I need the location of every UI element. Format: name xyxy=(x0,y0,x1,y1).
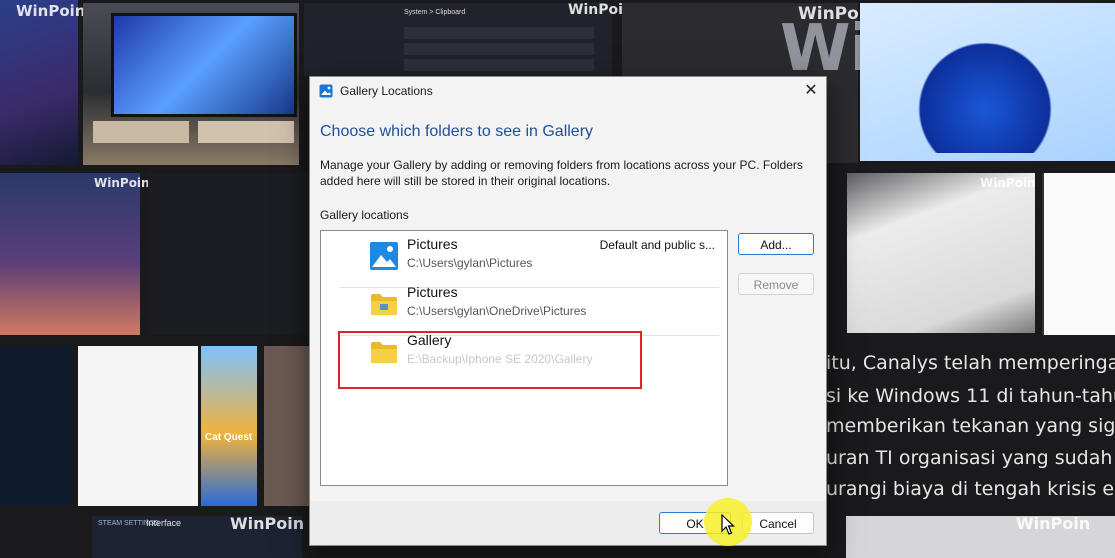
bg-thumb-specs[interactable] xyxy=(148,173,308,335)
list-item[interactable]: Pictures C:\Users\gylan\Pictures Default… xyxy=(339,233,719,281)
close-icon: ✕ xyxy=(804,82,818,99)
game-title: Cat Quest xyxy=(205,432,253,443)
dialog-title: Gallery Locations xyxy=(340,84,433,98)
bg-thumb-win11-bloom[interactable] xyxy=(860,3,1115,161)
article-line: si ke Windows 11 di tahun-tahun xyxy=(826,385,1115,407)
gallery-locations-dialog: Gallery Locations ✕ Choose which folders… xyxy=(309,76,827,546)
watermark: WinPoin xyxy=(230,514,305,533)
bg-thumb-monitor-photo[interactable] xyxy=(83,3,299,165)
add-button[interactable]: Add... xyxy=(738,233,814,255)
bg-thumb-webpage[interactable] xyxy=(78,346,198,506)
bg-thumb-photo[interactable] xyxy=(264,346,310,506)
bg-thumb-paper-photo[interactable] xyxy=(847,173,1035,333)
bg-thumb-settings-dark[interactable]: System > Clipboard xyxy=(304,3,612,76)
article-line: urangi biaya di tengah krisis ekon xyxy=(826,478,1115,500)
bg-thumb-left-dark[interactable] xyxy=(0,346,70,506)
remove-button[interactable]: Remove xyxy=(738,273,814,295)
bg-thumb-sunset[interactable] xyxy=(0,173,140,335)
location-name: Pictures xyxy=(407,284,458,300)
annotation-highlight-box xyxy=(338,331,642,389)
pictures-icon xyxy=(369,241,399,271)
bg-thumb-game[interactable]: Cat Quest xyxy=(201,346,257,506)
article-line: memberikan tekanan yang signifi xyxy=(826,415,1115,437)
watermark: WinPoin xyxy=(16,2,86,20)
mouse-pointer-icon xyxy=(721,513,735,536)
location-name: Pictures xyxy=(407,236,458,252)
location-path: C:\Users\gylan\OneDrive\Pictures xyxy=(407,304,587,318)
article-line: uran TI organisasi yang sudah ber xyxy=(826,447,1115,469)
watermark: WinPoin xyxy=(94,176,150,190)
list-item[interactable]: Pictures C:\Users\gylan\OneDrive\Picture… xyxy=(339,281,719,329)
titlebar[interactable]: Gallery Locations ✕ xyxy=(310,77,826,107)
gallery-app-icon xyxy=(319,84,333,98)
location-note: Default and public s... xyxy=(599,238,715,252)
thumb-title: Interface xyxy=(146,518,182,528)
cancel-button[interactable]: Cancel xyxy=(742,512,814,534)
close-button[interactable]: ✕ xyxy=(796,77,826,107)
bg-thumb-desktop-blue[interactable] xyxy=(0,0,78,165)
bg-thumb-code[interactable] xyxy=(1042,173,1115,335)
gallery-locations-label: Gallery locations xyxy=(320,208,409,222)
watermark: WinPoin xyxy=(980,176,1036,190)
folder-icon xyxy=(369,289,399,319)
thumb-title: System > Clipboard xyxy=(404,9,466,16)
dialog-description: Manage your Gallery by adding or removin… xyxy=(320,158,803,188)
watermark: WinPoin xyxy=(1016,514,1091,533)
location-path: C:\Users\gylan\Pictures xyxy=(407,256,533,270)
dialog-heading: Choose which folders to see in Gallery xyxy=(320,123,594,140)
article-line: itu, Canalys telah memperingatk xyxy=(826,352,1115,374)
